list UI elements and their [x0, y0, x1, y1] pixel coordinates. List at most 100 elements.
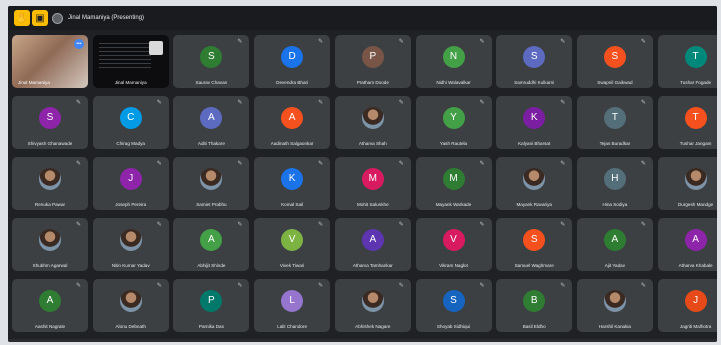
participant-tile[interactable]: B ✎ Basil Eldho [496, 279, 573, 332]
mic-muted-icon: ✎ [237, 161, 243, 167]
avatar: A [281, 107, 304, 129]
participant-name: Shoyab Sidhiqui [436, 324, 471, 329]
participant-tile[interactable]: P ✎ Parnika Das [173, 279, 250, 332]
participant-name: Aadinath Salgaonkar [270, 141, 314, 146]
participant-name: Aditi Thakare [197, 141, 225, 146]
participant-tile[interactable]: T ✎ Tejas Buradkar [576, 96, 653, 149]
participant-tile[interactable]: T✎Tushar Jangam [657, 96, 717, 149]
participant-name: Joseph Pereira [115, 202, 147, 207]
participant-tile[interactable]: ••• Jinal Mamaniya [12, 35, 88, 88]
avatar: S [603, 46, 626, 68]
participant-tile[interactable]: ✎ Abhishek Nagare [334, 279, 411, 332]
participant-name: Jinal Mamaniya [114, 80, 147, 85]
avatar: S [442, 290, 465, 312]
participant-name: Renuka Pawar [34, 202, 66, 207]
participant-name: Basil Eldho [522, 324, 546, 329]
participant-tile[interactable]: S ✎ Samruddhi Kulkarni [496, 35, 573, 88]
participant-tile[interactable]: D ✎ Devendra Bhari [254, 35, 331, 88]
participant-tile[interactable]: J✎Jagriti Malhotra [657, 279, 717, 332]
participant-tile[interactable]: K ✎ Kalyani Bharsat [496, 96, 573, 149]
participant-tile[interactable]: L ✎ Lalit Chandore [254, 279, 331, 332]
participant-tile[interactable]: S ✎ Shivyash Ghanawade [12, 96, 88, 149]
participant-tile[interactable]: ✎ Alonu Debnath [92, 279, 169, 332]
participant-tile[interactable]: A ✎ Atharva Tamhankar [334, 218, 411, 271]
mic-muted-icon: ✎ [237, 100, 243, 106]
participant-tile[interactable]: V ✎ Vivek Tiwari [254, 218, 331, 271]
participant-tile[interactable]: ✎Durgesh Mandge [657, 157, 717, 210]
participant-tile[interactable]: M ✎ Mohit Salunkhe [334, 157, 411, 210]
participant-tile[interactable]: ✎ Nitin Kumar Yadav [92, 218, 169, 271]
participant-tile[interactable]: ✎ Renuka Pawar [12, 157, 88, 210]
participant-name: Hina Sodiya [602, 202, 628, 207]
mic-muted-icon: ✎ [479, 39, 485, 45]
participant-tile[interactable]: M ✎ Mayank Warkade [415, 157, 492, 210]
participant-name: Yash Rautela [439, 141, 468, 146]
participant-tile[interactable]: A ✎ Aditi Thakare [173, 96, 250, 149]
avatar: N [442, 46, 465, 68]
mic-muted-icon: ✎ [237, 39, 243, 45]
participant-tile[interactable]: A ✎ Ajit Yadav [576, 218, 653, 271]
participant-tile[interactable]: Jinal Mamaniya [92, 35, 169, 88]
participant-tile[interactable]: S ✎ Samuel Waghmare [496, 218, 573, 271]
mic-muted-icon: ✎ [318, 222, 324, 228]
mic-muted-icon: ✎ [640, 283, 646, 289]
mic-muted-icon: ✎ [479, 283, 485, 289]
avatar: H [603, 168, 626, 190]
avatar: J [684, 290, 707, 312]
participant-name: Mayank Warkade [435, 202, 472, 207]
more-options-icon[interactable]: ••• [74, 39, 84, 49]
participant-tile[interactable]: ✎ Atharva Shah [334, 96, 411, 149]
present-icon[interactable]: ▣ [32, 10, 48, 26]
participant-tile[interactable]: P ✎ Pratham Doode [334, 35, 411, 88]
participant-name: Saurav Chavan [195, 80, 228, 85]
participant-tile[interactable]: K ✎ Komal Sail [254, 157, 331, 210]
participant-name: Nitin Kumar Yadav [111, 263, 150, 268]
avatar: S [523, 229, 546, 251]
participant-tile[interactable]: A ✎ Abhijit Shinde [173, 218, 250, 271]
mic-muted-icon: ✎ [560, 100, 566, 106]
mic-muted-icon: ✎ [640, 39, 646, 45]
participant-tile[interactable]: N ✎ Nidhi Walavalkar [415, 35, 492, 88]
participant-name: Swapnil Gaikwad [597, 80, 633, 85]
participant-name: Atharva Tamhankar [352, 263, 393, 268]
mic-muted-icon: ✎ [398, 161, 404, 167]
participant-tile[interactable]: A ✎ Aashit Nagrale [12, 279, 88, 332]
participant-name: Samiet Prabhu [196, 202, 227, 207]
participant-name: Chirag Madya [116, 141, 145, 146]
participant-tile[interactable]: C ✎ Chirag Madya [92, 96, 169, 149]
avatar [119, 229, 142, 251]
participant-tile[interactable]: S ✎ Swapnil Gaikwad [576, 35, 653, 88]
mic-muted-icon: ✎ [560, 39, 566, 45]
participant-name: Devendra Bhari [276, 80, 309, 85]
participant-tile[interactable]: ✎ Shubhm Agarwal [12, 218, 88, 271]
mic-muted-icon: ✎ [76, 283, 82, 289]
raise-hand-icon[interactable]: ✋ [14, 10, 30, 26]
participant-tile[interactable]: A ✎ Aadinath Salgaonkar [254, 96, 331, 149]
avatar: S [200, 46, 223, 68]
participant-tile[interactable]: S ✎ Shoyab Sidhiqui [415, 279, 492, 332]
avatar: T [603, 107, 626, 129]
participant-tile[interactable]: V ✎ Vikram Naglot [415, 218, 492, 271]
avatar [523, 168, 546, 190]
participant-name: Vivek Tiwari [279, 263, 305, 268]
participant-tile[interactable]: S ✎ Saurav Chavan [173, 35, 250, 88]
participant-name: Atharva Shah [358, 141, 387, 146]
mic-muted-icon: ✎ [560, 161, 566, 167]
participant-tile[interactable]: ✎ Samiet Prabhu [173, 157, 250, 210]
mic-muted-icon: ✎ [398, 222, 404, 228]
avatar: V [442, 229, 465, 251]
participant-tile[interactable]: Y ✎ Yash Rautela [415, 96, 492, 149]
avatar: P [200, 290, 223, 312]
participant-tile[interactable]: A✎Atharva Khabale [657, 218, 717, 271]
participant-tile[interactable]: J ✎ Joseph Pereira [92, 157, 169, 210]
avatar: S [523, 46, 546, 68]
participant-tile[interactable]: ✎ Mayank Ravariya [496, 157, 573, 210]
participant-tile[interactable]: H ✎ Hina Sodiya [576, 157, 653, 210]
participant-tile[interactable]: T✎Tushar Fogade [657, 35, 717, 88]
mic-muted-icon: ✎ [156, 100, 162, 106]
participant-tile[interactable]: ✎ Harshil Kanakia [576, 279, 653, 332]
avatar [119, 290, 142, 312]
participant-name: Samruddhi Kulkarni [514, 80, 555, 85]
presenter-indicator[interactable]: Jinal Mamaniya (Presenting) [52, 11, 144, 25]
control-bar-edge [8, 339, 717, 342]
